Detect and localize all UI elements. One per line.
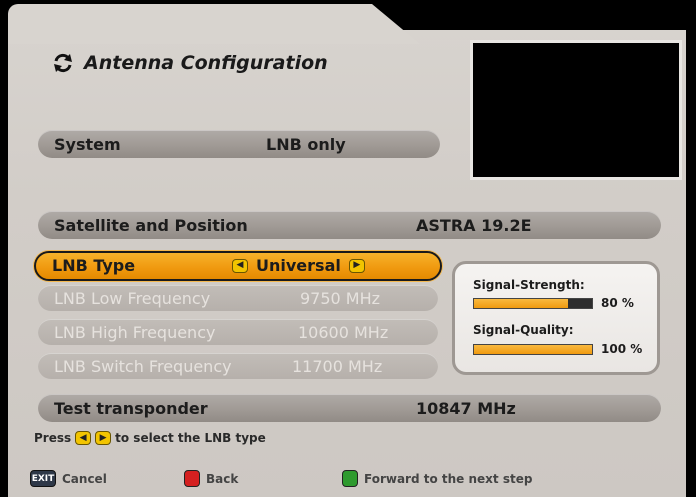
page-title: Antenna Configuration	[84, 52, 328, 74]
green-key-icon	[342, 470, 358, 487]
system-value: LNB only	[266, 135, 346, 154]
test-transponder-row[interactable]: Test transponder 10847 MHz	[38, 394, 661, 422]
cancel-label: Cancel	[62, 471, 107, 486]
circular-arrows-icon	[54, 53, 72, 73]
signal-quality-value: 100 %	[601, 342, 643, 356]
lnb-switch-frequency-row: LNB Switch Frequency 11700 MHz	[38, 353, 438, 379]
lnb-low-frequency-row: LNB Low Frequency 9750 MHz	[38, 285, 438, 311]
hint-suffix: to select the LNB type	[115, 431, 266, 445]
lnb-type-value: Universal	[256, 256, 341, 275]
lnb-low-label: LNB Low Frequency	[54, 289, 211, 308]
left-arrow-icon[interactable]: ◀	[232, 258, 248, 273]
left-arrow-key-icon: ◀	[75, 431, 92, 445]
signal-strength-value: 80 %	[601, 296, 634, 310]
signal-panel: Signal-Strength: 80 % Signal-Quality: 10…	[452, 261, 660, 375]
left-border	[0, 0, 8, 497]
footer-bar: EXIT Cancel Back Forward to the next ste…	[30, 470, 670, 492]
signal-strength-fill	[474, 299, 569, 308]
navigation-hint: Press ◀ ▶ to select the LNB type	[34, 431, 266, 445]
page-header: Antenna Configuration	[52, 52, 328, 74]
forward-button[interactable]: Forward to the next step	[342, 470, 532, 487]
lnb-type-row[interactable]: LNB Type ◀ Universal ▶	[34, 251, 442, 281]
cancel-button[interactable]: EXIT Cancel	[30, 470, 107, 487]
back-button[interactable]: Back	[184, 470, 238, 487]
signal-strength-label: Signal-Strength:	[473, 278, 585, 292]
tv-preview-window	[470, 40, 682, 180]
signal-strength-bar	[473, 298, 593, 309]
signal-quality-fill	[474, 345, 592, 354]
lnb-high-value: 10600 MHz	[298, 323, 389, 342]
system-row[interactable]: System LNB only	[38, 130, 440, 158]
transponder-value: 10847 MHz	[416, 399, 516, 418]
right-border	[686, 0, 696, 497]
header-tab	[8, 4, 370, 44]
antenna-configuration-screen: Antenna Configuration System LNB only Sa…	[0, 0, 696, 497]
forward-label: Forward to the next step	[364, 471, 533, 486]
right-arrow-icon[interactable]: ▶	[348, 258, 365, 273]
lnb-switch-label: LNB Switch Frequency	[54, 357, 232, 376]
satellite-label: Satellite and Position	[54, 216, 248, 235]
signal-quality-bar	[473, 344, 593, 355]
satellite-position-row[interactable]: Satellite and Position ASTRA 19.2E	[38, 211, 661, 239]
back-label: Back	[206, 471, 239, 486]
signal-quality-label: Signal-Quality:	[473, 323, 574, 337]
lnb-type-label: LNB Type	[52, 256, 136, 275]
lnb-low-value: 9750 MHz	[300, 289, 381, 308]
red-key-icon	[184, 470, 200, 487]
lnb-high-label: LNB High Frequency	[54, 323, 216, 342]
satellite-value: ASTRA 19.2E	[416, 216, 532, 235]
lnb-type-selector[interactable]: ◀ Universal ▶	[232, 256, 365, 275]
transponder-label: Test transponder	[54, 399, 208, 418]
hint-prefix: Press	[34, 431, 72, 445]
lnb-switch-value: 11700 MHz	[292, 357, 383, 376]
lnb-high-frequency-row: LNB High Frequency 10600 MHz	[38, 319, 438, 345]
system-label: System	[54, 135, 121, 154]
exit-key-icon: EXIT	[30, 470, 56, 487]
right-arrow-key-icon: ▶	[95, 431, 112, 445]
